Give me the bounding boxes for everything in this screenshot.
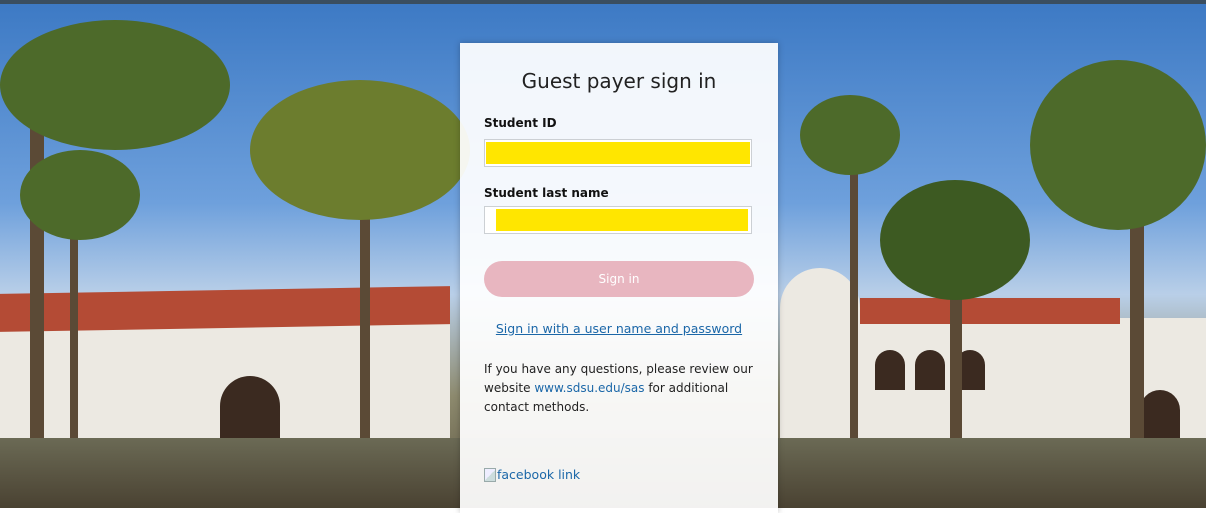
facebook-link[interactable]: facebook link — [484, 467, 580, 482]
student-id-label: Student ID — [484, 116, 557, 130]
sign-in-card: Guest payer sign in Student ID Student l… — [460, 43, 778, 513]
help-text: If you have any questions, please review… — [484, 360, 754, 417]
broken-image-icon — [484, 467, 496, 482]
student-last-name-label: Student last name — [484, 186, 609, 200]
student-last-name-input[interactable] — [484, 206, 752, 234]
tower — [780, 268, 860, 458]
redacted-value — [496, 209, 748, 231]
top-border — [0, 0, 1206, 4]
left-roof — [0, 286, 450, 332]
page-title: Guest payer sign in — [521, 69, 717, 93]
palm-fronds — [800, 95, 900, 175]
palm-fronds — [1030, 60, 1206, 230]
redacted-value — [486, 142, 750, 164]
palm-trunk — [850, 150, 858, 450]
right-roof — [860, 298, 1120, 324]
username-password-signin-link[interactable]: Sign in with a user name and password — [460, 321, 778, 336]
palm-fronds — [250, 80, 470, 220]
sas-website-link[interactable]: www.sdsu.edu/sas — [534, 381, 644, 395]
palm-fronds — [880, 180, 1030, 300]
palm-fronds — [20, 150, 140, 240]
palm-fronds — [0, 20, 230, 150]
right-arch-1 — [875, 350, 905, 390]
sign-in-button[interactable]: Sign in — [484, 261, 754, 297]
student-id-input[interactable] — [484, 139, 752, 167]
facebook-alt-text: facebook link — [497, 467, 581, 482]
right-arch-2 — [915, 350, 945, 390]
